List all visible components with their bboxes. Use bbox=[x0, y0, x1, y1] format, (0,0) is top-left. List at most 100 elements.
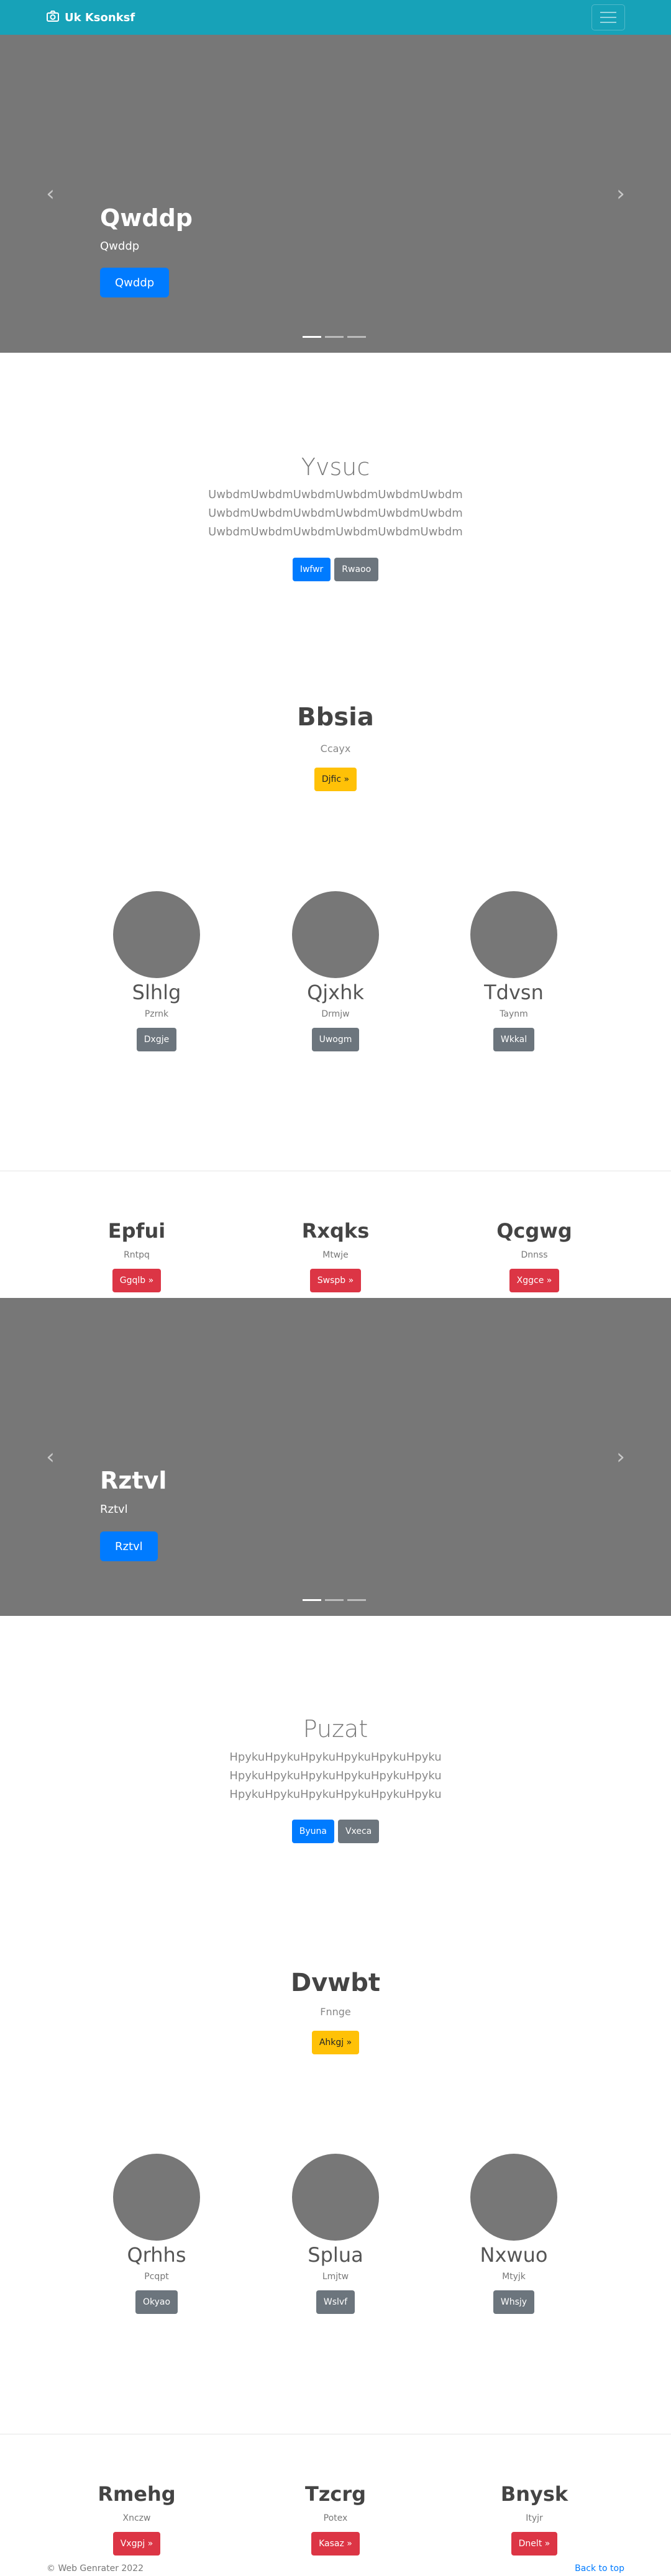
carousel-caption-text: Rztvl bbox=[100, 1503, 128, 1516]
heading-card-text: Dnnss bbox=[521, 1250, 548, 1260]
circle-card-text: Pzrnk bbox=[144, 1009, 169, 1019]
feature-button[interactable]: Djfic » bbox=[314, 768, 357, 791]
hamburger-icon bbox=[600, 12, 616, 13]
heading-card-text: Ityjr bbox=[526, 2513, 543, 2523]
carousel-next-button[interactable]: › bbox=[570, 35, 671, 353]
jumbotron-text-line: HpykuHpykuHpykuHpykuHpykuHpyku bbox=[229, 1769, 442, 1782]
chevron-right-icon: › bbox=[616, 181, 625, 206]
circle-card-button[interactable]: Wkkal bbox=[493, 1028, 535, 1051]
circle-card-title: Qrhhs bbox=[127, 2243, 186, 2267]
feature-title: Dvwbt bbox=[291, 1969, 380, 1997]
jumbotron-text-line: UwbdmUwbdmUwbdmUwbdmUwbdmUwbdm bbox=[208, 507, 463, 520]
circle-card: Tdvsn Taynm Wkkal bbox=[411, 891, 616, 1051]
carousel-caption-button[interactable]: Qwddp bbox=[100, 268, 170, 297]
heading-card-title: Tzcrg bbox=[304, 2482, 367, 2506]
circle-card-button[interactable]: Wslvf bbox=[316, 2290, 355, 2314]
back-to-top-link[interactable]: Back to top bbox=[575, 2564, 624, 2574]
circle-card-text: Pcqpt bbox=[144, 2272, 169, 2282]
placeholder-image bbox=[292, 2154, 379, 2241]
heading-card-text: Potex bbox=[323, 2513, 348, 2523]
heading-card: Rxqks Mtwje Swspb » bbox=[233, 1219, 438, 1292]
placeholder-image bbox=[113, 2154, 200, 2241]
carousel-indicators bbox=[303, 336, 366, 338]
feature-button-row: Djfic » bbox=[0, 768, 671, 791]
heading-card-title: Rxqks bbox=[301, 1219, 370, 1243]
heading-card-button[interactable]: Xggce » bbox=[509, 1269, 560, 1292]
carousel-indicators bbox=[303, 1599, 366, 1601]
circle-card: Slhlg Pzrnk Dxgje bbox=[54, 891, 259, 1051]
jumbotron-secondary-button[interactable]: Vxeca bbox=[337, 1820, 380, 1843]
carousel-indicator[interactable] bbox=[347, 1599, 366, 1601]
heading-card-button[interactable]: Ggqlb » bbox=[112, 1269, 162, 1292]
jumbotron-secondary-button[interactable]: Rwaoo bbox=[334, 558, 379, 581]
placeholder-image bbox=[292, 891, 379, 978]
carousel-hero: ‹ › Qwddp Qwddp Qwddp bbox=[0, 35, 671, 353]
heading-card: Epfui Rntpq Ggqlb » bbox=[34, 1219, 239, 1292]
jumbotron-primary-button[interactable]: Iwfwr bbox=[292, 558, 331, 581]
jumbotron-title: Yvsuc bbox=[301, 453, 370, 481]
carousel-next-button[interactable]: › bbox=[570, 1298, 671, 1616]
navbar-toggler-button[interactable] bbox=[591, 4, 625, 30]
carousel-indicator[interactable] bbox=[303, 1599, 321, 1601]
footer-copyright: © Web Genrater 2022 bbox=[47, 2564, 144, 2574]
heading-card-text: Rntpq bbox=[124, 1250, 150, 1260]
heading-card: Rmehg Xnczw Vxgpj » bbox=[34, 2482, 239, 2556]
carousel-caption-button[interactable]: Rztvl bbox=[100, 1531, 158, 1561]
circle-card: Qjxhk Drmjw Uwogm bbox=[233, 891, 438, 1051]
jumbotron-text-line: UwbdmUwbdmUwbdmUwbdmUwbdmUwbdm bbox=[208, 488, 463, 501]
circle-card-button[interactable]: Dxgje bbox=[136, 1028, 177, 1051]
carousel-caption-text: Qwddp bbox=[100, 240, 140, 253]
heading-card: Qcgwg Dnnss Xggce » bbox=[432, 1219, 637, 1292]
heading-card-button[interactable]: Vxgpj » bbox=[112, 2532, 161, 2556]
carousel-indicator[interactable] bbox=[347, 336, 366, 338]
heading-card-title: Epfui bbox=[107, 1219, 166, 1243]
carousel-secondary: ‹ › Rztvl Rztvl Rztvl bbox=[0, 1298, 671, 1616]
jumbotron-title: Puzat bbox=[303, 1715, 368, 1743]
jumbotron-buttons: Iwfwr Rwaoo bbox=[0, 558, 671, 581]
carousel-indicator[interactable] bbox=[325, 1599, 344, 1601]
carousel-prev-button[interactable]: ‹ bbox=[0, 1298, 101, 1616]
circle-card-button[interactable]: Uwogm bbox=[311, 1028, 360, 1051]
circle-card-button[interactable]: Okyao bbox=[135, 2290, 178, 2314]
placeholder-image bbox=[470, 2154, 557, 2241]
heading-card-button[interactable]: Kasaz » bbox=[311, 2532, 360, 2556]
circle-card-title: Qjxhk bbox=[307, 981, 364, 1004]
heading-card-text: Mtwje bbox=[322, 1250, 349, 1260]
carousel-indicator[interactable] bbox=[303, 336, 321, 338]
carousel-indicator[interactable] bbox=[325, 336, 344, 338]
circle-card-title: Nxwuo bbox=[480, 2243, 548, 2267]
placeholder-image bbox=[113, 891, 200, 978]
circle-card-text: Drmjw bbox=[321, 1009, 350, 1019]
heading-card-title: Bnysk bbox=[500, 2482, 568, 2506]
brand-link[interactable]: Uk Ksonksf bbox=[47, 9, 135, 26]
circle-card-text: Mtyjk bbox=[502, 2272, 526, 2282]
feature-button[interactable]: Ahkgj » bbox=[311, 2031, 360, 2054]
circle-card: Qrhhs Pcqpt Okyao bbox=[54, 2154, 259, 2314]
carousel-prev-button[interactable]: ‹ bbox=[0, 35, 101, 353]
jumbotron-primary-button[interactable]: Byuna bbox=[291, 1820, 334, 1843]
heading-card-title: Rmehg bbox=[98, 2482, 176, 2506]
chevron-right-icon: › bbox=[616, 1444, 625, 1469]
circle-card-button[interactable]: Whsjy bbox=[493, 2290, 535, 2314]
carousel-caption-title: Qwddp bbox=[100, 204, 193, 232]
circle-card-title: Slhlg bbox=[132, 981, 181, 1004]
feature-title: Bbsia bbox=[297, 703, 374, 732]
chevron-left-icon: ‹ bbox=[46, 181, 55, 206]
jumbotron-buttons: Byuna Vxeca bbox=[0, 1820, 671, 1843]
circle-card: Splua Lmjtw Wslvf bbox=[233, 2154, 438, 2314]
heading-card-button[interactable]: Dnelt » bbox=[511, 2532, 558, 2556]
heading-card-button[interactable]: Swspb » bbox=[309, 1269, 362, 1292]
circle-card-text: Lmjtw bbox=[322, 2272, 349, 2282]
placeholder-image bbox=[470, 891, 557, 978]
heading-card-title: Qcgwg bbox=[496, 1219, 572, 1243]
jumbotron-text-line: HpykuHpykuHpykuHpykuHpykuHpyku bbox=[229, 1788, 442, 1801]
circle-card-title: Tdvsn bbox=[484, 981, 544, 1004]
heading-card: Bnysk Ityjr Dnelt » bbox=[432, 2482, 637, 2556]
jumbotron-text-line: HpykuHpykuHpykuHpykuHpykuHpyku bbox=[229, 1751, 442, 1764]
navbar: Uk Ksonksf bbox=[0, 0, 671, 35]
circle-card-text: Taynm bbox=[500, 1009, 528, 1019]
carousel-caption-title: Rztvl bbox=[100, 1467, 167, 1494]
camera-icon bbox=[47, 10, 59, 25]
heading-card: Tzcrg Potex Kasaz » bbox=[233, 2482, 438, 2556]
circle-card-title: Splua bbox=[308, 2243, 363, 2267]
